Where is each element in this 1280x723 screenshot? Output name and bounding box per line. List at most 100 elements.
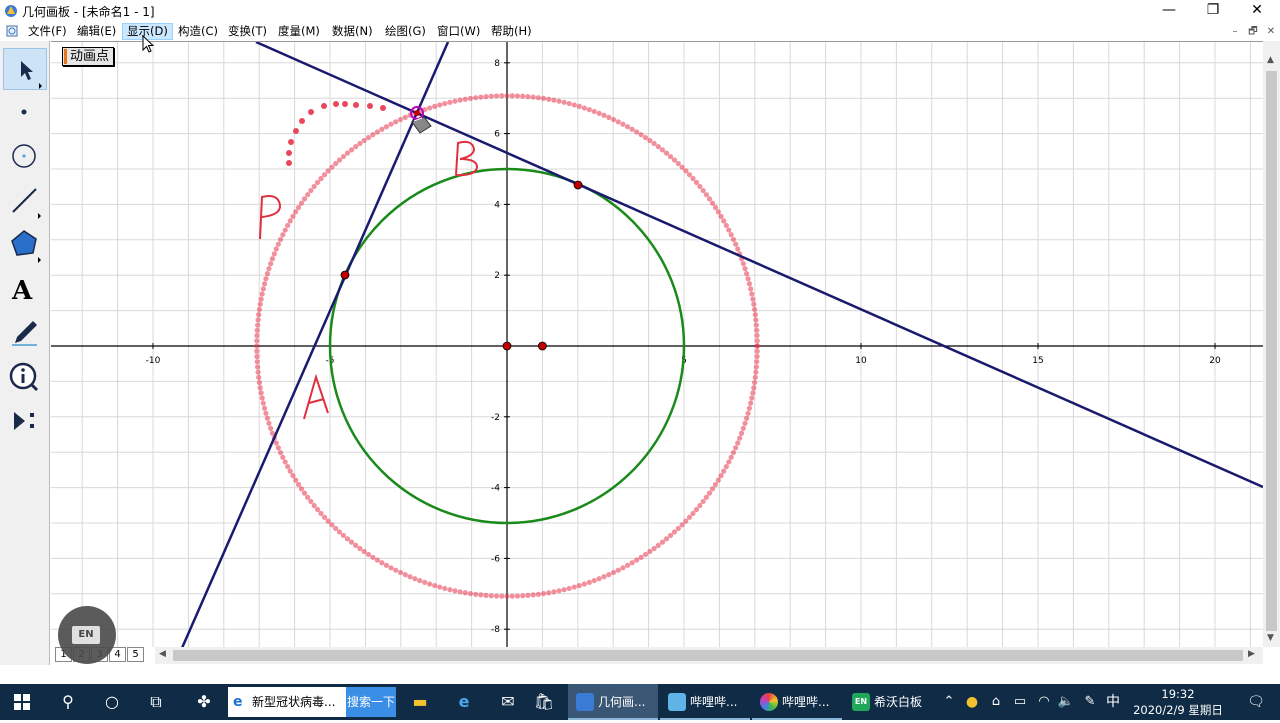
trace-dot <box>709 200 716 206</box>
volume-icon[interactable]: 🔈 <box>1054 684 1078 720</box>
close-button[interactable]: ✕ <box>1234 0 1280 22</box>
web-search-input[interactable]: e 新型冠状病毒... <box>228 687 346 717</box>
straightedge-tool[interactable] <box>3 179 47 221</box>
web-search-button[interactable]: 搜索一下 <box>346 687 396 717</box>
animated-point[interactable] <box>414 110 420 116</box>
search-icon[interactable]: ⚲ <box>46 684 90 720</box>
document-restore-button[interactable]: 🗗 <box>1246 25 1260 39</box>
polygon-tool[interactable] <box>3 223 47 265</box>
trace-dot <box>344 536 351 542</box>
restore-button[interactable]: ❐ <box>1190 0 1236 22</box>
trace-dot <box>751 385 757 391</box>
system-clock[interactable]: 19:32 2020/2/9 星期日 <box>1130 686 1226 718</box>
vertical-scroll-thumb[interactable] <box>1266 71 1277 631</box>
point-tool[interactable] <box>3 91 47 133</box>
document-close-button[interactable]: ✕ <box>1264 25 1278 39</box>
menu-window[interactable]: 窗口(W) <box>433 23 484 40</box>
page-tab-5[interactable]: 5 <box>127 647 144 662</box>
scroll-down-icon[interactable]: ▼ <box>1267 633 1274 643</box>
trace-dot <box>647 548 653 555</box>
taskbar-app-sketchpad[interactable]: 几何画... <box>568 684 658 720</box>
y-tick-label: 4 <box>494 200 500 210</box>
marker-tool[interactable] <box>3 311 47 353</box>
menu-measure[interactable]: 度量(M) <box>274 23 324 40</box>
tangent-point-b[interactable] <box>573 180 583 190</box>
text-tool[interactable]: A <box>3 267 47 309</box>
trace-dot <box>509 593 515 599</box>
trace-dot <box>442 100 448 107</box>
taskbar-app-bilibili-1[interactable]: 哔哩哔... <box>660 684 750 720</box>
tray-expand-icon[interactable]: ⌃ <box>938 684 960 720</box>
trace-dot <box>298 200 305 206</box>
horizontal-scrollbar[interactable]: ◀ ▶ <box>155 647 1263 664</box>
edge-icon[interactable]: e <box>442 684 486 720</box>
trace-dot <box>561 587 567 593</box>
notification-center-icon[interactable]: 🗨 <box>1236 684 1276 720</box>
trace-dot <box>753 322 760 328</box>
ime-indicator[interactable]: 中 <box>1100 684 1126 720</box>
compass-tool[interactable] <box>3 135 47 177</box>
horizontal-scroll-thumb[interactable] <box>173 650 1243 661</box>
trace-dot <box>663 150 670 156</box>
menu-transform[interactable]: 变换(T) <box>224 23 271 40</box>
pinwheel-app-icon[interactable]: ✤ <box>182 684 226 720</box>
trace-dot <box>280 454 286 460</box>
y-tick-label: -6 <box>491 554 500 564</box>
unit-point[interactable] <box>538 341 547 351</box>
menu-bar: 文件(F) 编辑(E) 显示(D) 构造(C) 变换(T) 度量(M) 数据(N… <box>0 22 1280 41</box>
trace-dot <box>290 213 296 219</box>
battery-icon[interactable]: ▭ <box>1008 684 1032 720</box>
scroll-left-icon[interactable]: ◀ <box>159 649 166 659</box>
tangent-point-a[interactable] <box>340 270 350 280</box>
tray-app-icon[interactable]: ● <box>960 684 984 720</box>
cortana-icon[interactable]: ○ <box>90 684 134 720</box>
windows-start-icon[interactable] <box>0 684 44 720</box>
trace-dot <box>427 581 433 587</box>
trace-dot <box>437 584 443 590</box>
trace-dot <box>754 327 760 333</box>
menu-edit[interactable]: 编辑(E) <box>73 23 120 40</box>
menu-help[interactable]: 帮助(H) <box>487 23 536 40</box>
polygon-icon <box>11 230 41 263</box>
tangent-line-b[interactable] <box>255 42 1263 489</box>
document-icon[interactable] <box>6 25 18 37</box>
menu-construct[interactable]: 构造(C) <box>174 23 222 40</box>
origin-point[interactable] <box>502 341 512 351</box>
trace-dot <box>488 93 494 99</box>
taskbar-app-bilibili-2[interactable]: 哔哩哔... <box>752 684 842 720</box>
scroll-right-icon[interactable]: ▶ <box>1248 649 1255 659</box>
vertical-scrollbar[interactable]: ▲ ▼ <box>1263 41 1280 647</box>
trace-dot <box>576 103 582 110</box>
sketch-canvas[interactable]: -10 -5 5 10 15 20 8 6 4 2 -2 -4 -6 -8 <box>51 41 1263 647</box>
menu-file[interactable]: 文件(F) <box>24 23 71 40</box>
text-tool-letter: A <box>11 276 33 306</box>
taskbar-app-seewo[interactable]: EN 希沃白板 <box>844 684 934 720</box>
pen-tray-icon[interactable]: ✎ <box>1078 684 1102 720</box>
trace-dot <box>709 486 716 492</box>
scroll-up-icon[interactable]: ▲ <box>1267 55 1274 65</box>
tangent-line-a[interactable] <box>181 42 450 647</box>
file-explorer-icon[interactable]: ▬ <box>398 684 442 720</box>
trace-dot <box>675 525 681 532</box>
floating-ime-button[interactable]: EN <box>58 606 116 664</box>
trace-dot <box>275 241 281 247</box>
custom-tools[interactable] <box>3 399 47 441</box>
x-tick-label: 10 <box>855 356 867 366</box>
minimize-button[interactable]: — <box>1146 0 1192 22</box>
trace-dot <box>462 590 468 596</box>
trace-dot <box>551 589 557 595</box>
trace-dot <box>693 179 700 186</box>
information-tool[interactable] <box>3 355 47 397</box>
trace-dot <box>412 576 418 582</box>
wifi-icon[interactable]: ◠ <box>1032 684 1056 720</box>
animate-point-button[interactable]: 动画点 <box>62 47 115 66</box>
tray-network-share-icon[interactable]: ⌂ <box>984 684 1008 720</box>
trace-dot <box>254 343 260 349</box>
trace-dot <box>417 577 423 584</box>
task-view-icon[interactable]: ⧉ <box>134 684 178 720</box>
document-minimize-button[interactable]: – <box>1228 25 1242 39</box>
store-icon[interactable]: 🛍 <box>522 684 566 720</box>
menu-graph[interactable]: 绘图(G) <box>381 23 430 40</box>
selection-arrow-tool[interactable] <box>3 48 47 90</box>
menu-data[interactable]: 数据(N) <box>328 23 377 40</box>
